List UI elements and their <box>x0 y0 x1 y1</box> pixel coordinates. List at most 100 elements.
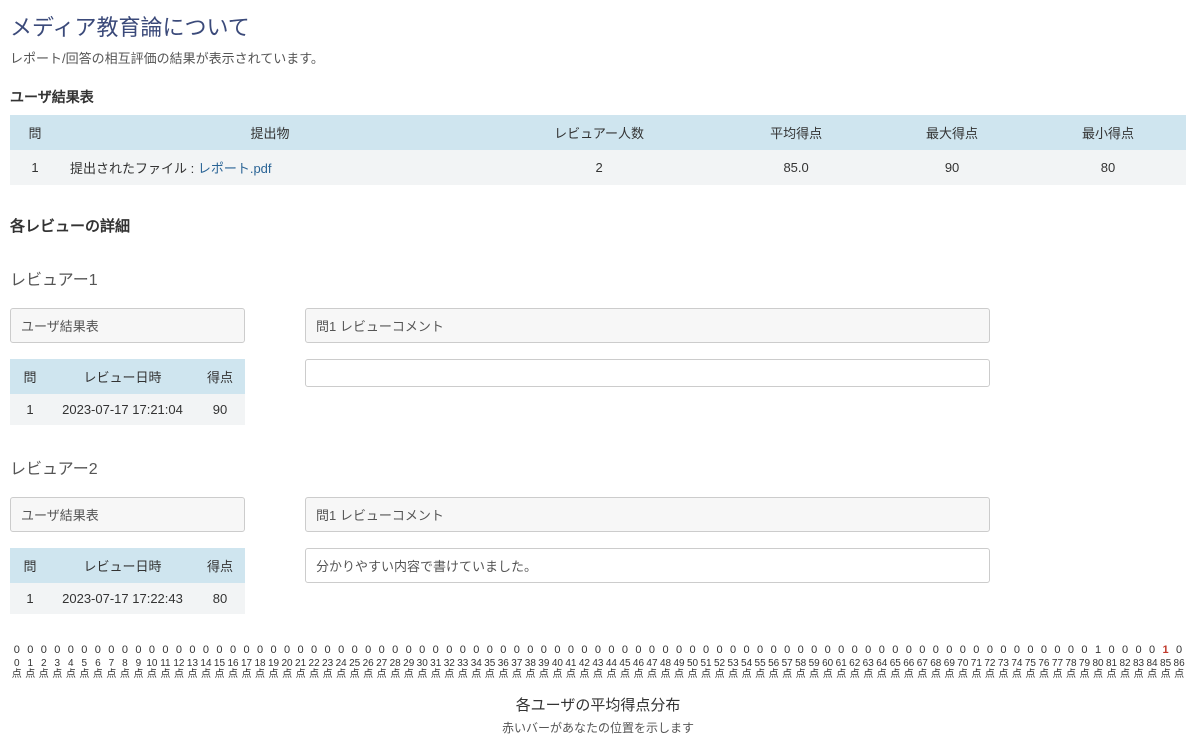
chart-value: 0 <box>1118 644 1132 656</box>
chart-label: 46点 <box>632 658 646 680</box>
chart-label: 53点 <box>726 658 740 680</box>
chart-label: 26点 <box>361 658 375 680</box>
submission-prefix: 提出されたファイル : <box>70 161 198 176</box>
chart-value: 0 <box>956 644 970 656</box>
chart-label: 57点 <box>780 658 794 680</box>
chart-label: 8点 <box>118 658 132 680</box>
chart-label: 30点 <box>415 658 429 680</box>
chart-label: 56点 <box>767 658 781 680</box>
col-datetime: レビュー日時 <box>50 548 195 583</box>
chart-label: 34点 <box>470 658 484 680</box>
chart-label: 64点 <box>875 658 889 680</box>
col-datetime: レビュー日時 <box>50 359 195 394</box>
col-q: 問 <box>10 359 50 394</box>
chart-label: 21点 <box>294 658 308 680</box>
chart-value: 0 <box>943 644 957 656</box>
chart-value: 0 <box>497 644 511 656</box>
chart-value: 0 <box>145 644 159 656</box>
col-score: 得点 <box>195 548 245 583</box>
chart-value: 0 <box>510 644 524 656</box>
chart-value: 0 <box>1051 644 1065 656</box>
chart-label: 62点 <box>848 658 862 680</box>
chart-label: 35点 <box>483 658 497 680</box>
cell-score: 90 <box>195 394 245 425</box>
cell-reviewers: 2 <box>480 150 718 185</box>
chart-value: 0 <box>483 644 497 656</box>
chart-value: 0 <box>334 644 348 656</box>
reviewer1-comment <box>305 359 990 387</box>
col-q: 問 <box>10 548 50 583</box>
chart-value: 0 <box>159 644 173 656</box>
chart-value: 0 <box>1010 644 1024 656</box>
chart-label: 48点 <box>659 658 673 680</box>
chart-label: 81点 <box>1105 658 1119 680</box>
chart-label: 85点 <box>1159 658 1173 680</box>
chart-value: 0 <box>1037 644 1051 656</box>
chart-label: 3点 <box>51 658 65 680</box>
chart-value: 0 <box>78 644 92 656</box>
chart-value: 0 <box>213 644 227 656</box>
submission-file-link[interactable]: レポート.pdf <box>198 161 272 176</box>
chart-label: 12点 <box>172 658 186 680</box>
chart-label: 78点 <box>1064 658 1078 680</box>
chart-label: 82点 <box>1118 658 1132 680</box>
chart-label: 36点 <box>497 658 511 680</box>
reviewer1-comment-title: 問1 レビューコメント <box>305 308 990 343</box>
chart-label: 79点 <box>1078 658 1092 680</box>
chart-label: 47点 <box>645 658 659 680</box>
chart-value: 0 <box>875 644 889 656</box>
chart-label: 72点 <box>983 658 997 680</box>
chart-label: 68点 <box>929 658 943 680</box>
chart-value: 0 <box>64 644 78 656</box>
chart-value: 0 <box>402 644 416 656</box>
chart-label: 77点 <box>1051 658 1065 680</box>
chart-value: 0 <box>253 644 267 656</box>
cell-q: 1 <box>10 394 50 425</box>
col-submission: 提出物 <box>60 115 480 150</box>
chart-label: 33点 <box>456 658 470 680</box>
table-row: 1 2023-07-17 17:22:43 80 <box>10 583 245 614</box>
chart-value: 0 <box>834 644 848 656</box>
chart-value: 0 <box>686 644 700 656</box>
chart-value: 0 <box>51 644 65 656</box>
chart-label: 45点 <box>618 658 632 680</box>
chart-label: 20点 <box>280 658 294 680</box>
chart-value: 0 <box>740 644 754 656</box>
chart-value: 0 <box>361 644 375 656</box>
chart-label: 73点 <box>997 658 1011 680</box>
chart-label: 38点 <box>524 658 538 680</box>
chart-value: 0 <box>632 644 646 656</box>
col-max: 最大得点 <box>874 115 1030 150</box>
chart-value: 0 <box>294 644 308 656</box>
chart-label: 5点 <box>78 658 92 680</box>
chart-value: 0 <box>91 644 105 656</box>
chart-value: 0 <box>767 644 781 656</box>
chart-label: 41点 <box>564 658 578 680</box>
chart-value: 0 <box>929 644 943 656</box>
chart-label: 24点 <box>334 658 348 680</box>
chart-value: 0 <box>307 644 321 656</box>
reviews-heading: 各レビューの詳細 <box>10 215 1186 236</box>
chart-value: 0 <box>659 644 673 656</box>
chart-value: 0 <box>578 644 592 656</box>
chart-value: 0 <box>821 644 835 656</box>
chart-value: 0 <box>970 644 984 656</box>
chart-value: 0 <box>348 644 362 656</box>
chart-label: 6点 <box>91 658 105 680</box>
chart-label: 86点 <box>1172 658 1186 680</box>
chart-value: 0 <box>415 644 429 656</box>
chart-label: 49点 <box>672 658 686 680</box>
chart-value: 0 <box>983 644 997 656</box>
chart-label: 43点 <box>591 658 605 680</box>
chart-label: 7点 <box>105 658 119 680</box>
user-result-heading: ユーザ結果表 <box>10 87 1186 107</box>
chart-value: 0 <box>388 644 402 656</box>
col-q: 問 <box>10 115 60 150</box>
chart-subtitle: 赤いバーがあなたの位置を示します <box>10 719 1186 736</box>
chart-label: 40点 <box>551 658 565 680</box>
chart-label: 2点 <box>37 658 51 680</box>
chart-label: 17点 <box>240 658 254 680</box>
chart-label: 76点 <box>1037 658 1051 680</box>
chart-value: 0 <box>997 644 1011 656</box>
chart-label: 29点 <box>402 658 416 680</box>
